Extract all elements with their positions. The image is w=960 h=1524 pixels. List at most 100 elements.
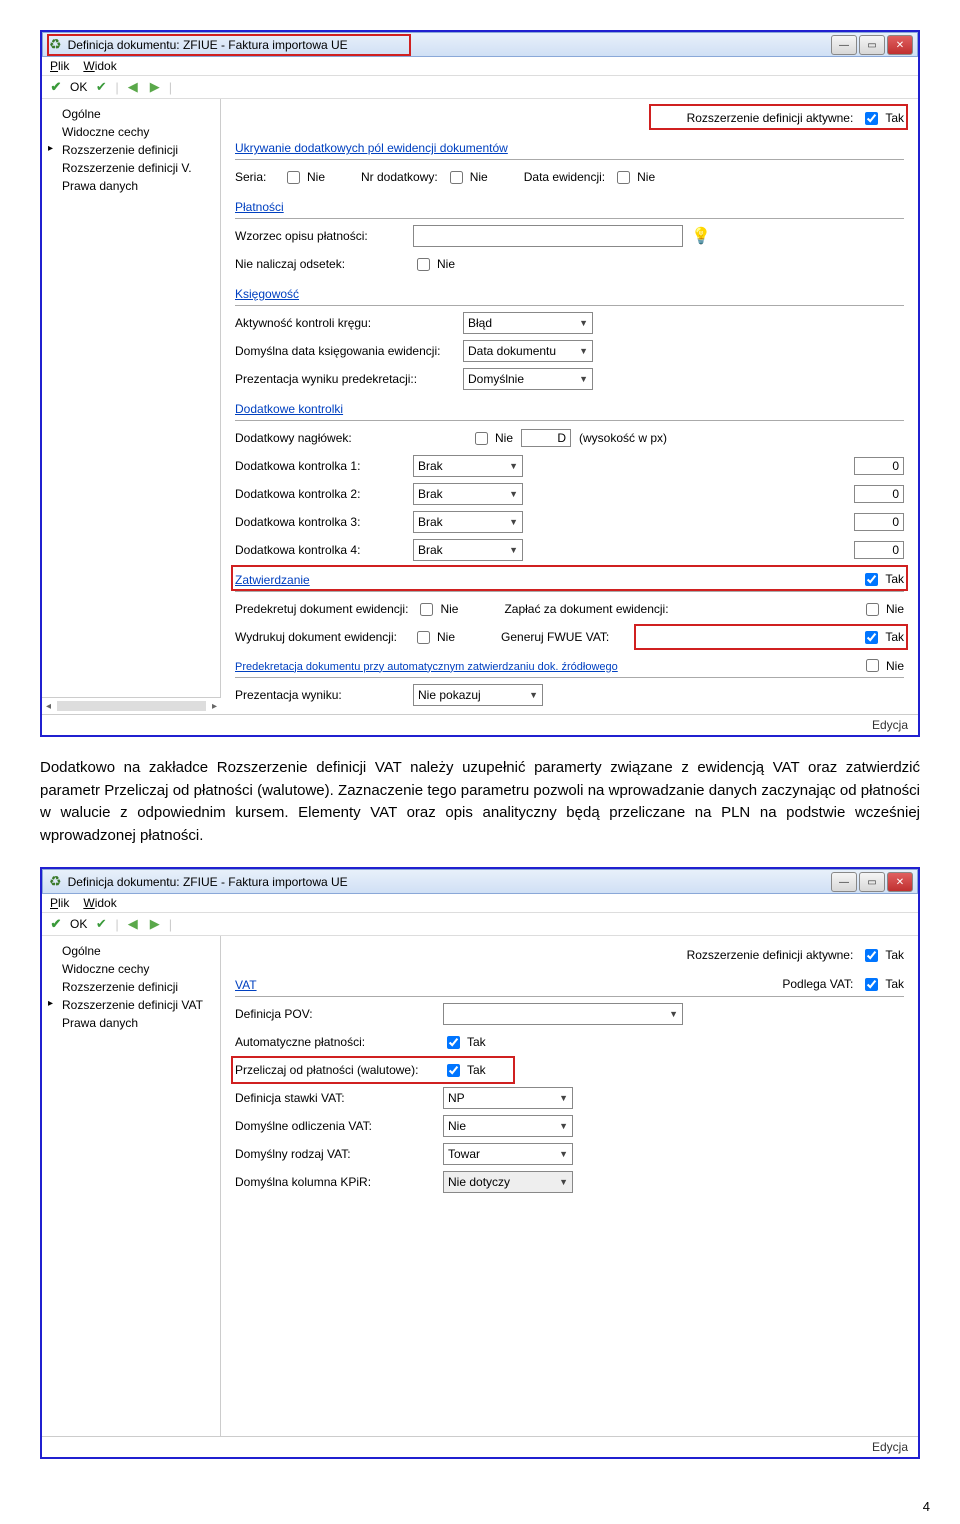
ok-button-2[interactable]: OK <box>70 917 87 931</box>
nav-prawa-2[interactable]: Prawa danych <box>46 1014 216 1032</box>
window-buttons: — ▭ ✕ <box>831 35 913 55</box>
row-naglowek: Dodatkowy nagłówek: Nie D (wysokość w px… <box>235 427 904 449</box>
num-d[interactable]: D <box>521 429 571 447</box>
menu-plik[interactable]: Plik <box>50 59 69 73</box>
label-wzorzec: Wzorzec opisu płatności: <box>235 229 405 243</box>
green-check-icon-2[interactable]: ✔ <box>93 916 109 932</box>
chk-seria[interactable]: Nie <box>283 168 325 187</box>
row-prezent-wynik: Prezentacja wyniku: Nie pokazuj▼ <box>235 684 904 706</box>
chk-zaplac[interactable]: Nie <box>862 600 904 619</box>
select-domyslna-data[interactable]: Data dokumentu▼ <box>463 340 593 362</box>
nav-rozszerzenie-2[interactable]: Rozszerzenie definicji <box>46 978 216 996</box>
head-zatw: Zatwierdzanie Tak <box>235 567 904 592</box>
num-k1[interactable]: 0 <box>854 457 904 475</box>
label-nr: Nr dodatkowy: <box>361 170 438 184</box>
link-dodatkowe[interactable]: Dodatkowe kontrolki <box>235 398 343 418</box>
forward-icon[interactable]: ▶ <box>147 79 163 95</box>
nav-rozszerzenie-v[interactable]: Rozszerzenie definicji V. <box>46 159 216 177</box>
ok-check-icon-2[interactable]: ✔ <box>48 916 64 932</box>
label-podlega: Podlega VAT: <box>782 977 853 991</box>
label-k3: Dodatkowa kontrolka 3: <box>235 515 405 529</box>
link-predekretacja[interactable]: Predekretacja dokumentu przy automatyczn… <box>235 657 618 675</box>
select-dom-odlicz[interactable]: Nie▼ <box>443 1115 573 1137</box>
chk-odsetek[interactable]: Nie <box>413 255 455 274</box>
head-vat: VAT Podlega VAT: Tak <box>235 972 904 997</box>
maximize-button[interactable]: ▭ <box>859 35 885 55</box>
select-prezent-wynik[interactable]: Nie pokazuj▼ <box>413 684 543 706</box>
menu-widok[interactable]: Widok <box>83 59 116 73</box>
label-zaplac: Zapłać za dokument ewidencji: <box>504 602 668 616</box>
chk-auto[interactable]: Nie <box>862 656 904 675</box>
menu-widok-2[interactable]: Widok <box>83 896 116 910</box>
forward-icon-2[interactable]: ▶ <box>147 916 163 932</box>
chk-aktywne-2[interactable]: Tak <box>861 946 904 965</box>
chk-podlega[interactable]: Tak <box>861 975 904 994</box>
chk-nr[interactable]: Nie <box>446 168 488 187</box>
close-button[interactable]: ✕ <box>887 35 913 55</box>
select-def-stawki[interactable]: NP▼ <box>443 1087 573 1109</box>
select-def-pov[interactable]: ▼ <box>443 1003 683 1025</box>
head-ksieg: Księgowość <box>235 281 904 306</box>
chk-wydrukuj[interactable]: Nie <box>413 628 455 647</box>
window-buttons-2: — ▭ ✕ <box>831 872 913 892</box>
nav-ogolne-2[interactable]: Ogólne <box>46 942 216 960</box>
select-k1[interactable]: Brak▼ <box>413 455 523 477</box>
bulb-icon[interactable]: 💡 <box>691 226 711 246</box>
chk-zatw[interactable]: Tak <box>861 570 904 589</box>
nav-prawa[interactable]: Prawa danych <box>46 177 216 195</box>
row-k2: Dodatkowa kontrolka 2: Brak▼ 0 <box>235 483 904 505</box>
nav-rozszerzenie[interactable]: Rozszerzenie definicji <box>46 141 216 159</box>
link-zatwierdzanie[interactable]: Zatwierdzanie <box>235 569 310 589</box>
row-def-stawki: Definicja stawki VAT: NP▼ <box>235 1087 904 1109</box>
minimize-button-2[interactable]: — <box>831 872 857 892</box>
label-nagl: Dodatkowy nagłówek: <box>235 431 405 445</box>
row-aktywnosc: Aktywność kontroli kręgu: Błąd▼ <box>235 312 904 334</box>
num-k2[interactable]: 0 <box>854 485 904 503</box>
select-k2[interactable]: Brak▼ <box>413 483 523 505</box>
row-dom-kol: Domyślna kolumna KPiR: Nie dotyczy▼ <box>235 1171 904 1193</box>
nav-widoczne[interactable]: Widoczne cechy <box>46 123 216 141</box>
chk-przelicz[interactable]: Tak <box>443 1061 486 1080</box>
statusbar-2: Edycja <box>42 1436 918 1457</box>
nav-ogolne[interactable]: Ogólne <box>46 105 216 123</box>
link-ksiegowosc[interactable]: Księgowość <box>235 283 299 303</box>
label-auto-plat: Automatyczne płatności: <box>235 1035 435 1049</box>
ok-button[interactable]: OK <box>70 80 87 94</box>
link-hide[interactable]: Ukrywanie dodatkowych pól ewidencji doku… <box>235 137 508 157</box>
sidebar: Ogólne Widoczne cechy Rozszerzenie defin… <box>42 99 221 697</box>
select-k4[interactable]: Brak▼ <box>413 539 523 561</box>
scrollbar-horizontal[interactable]: ◂▸ <box>42 697 221 714</box>
close-button-2[interactable]: ✕ <box>887 872 913 892</box>
nav-rozszerzenie-vat[interactable]: Rozszerzenie definicji VAT <box>46 996 216 1014</box>
label-data-ew: Data ewidencji: <box>524 170 605 184</box>
input-wzorzec[interactable] <box>413 225 683 247</box>
num-k3[interactable]: 0 <box>854 513 904 531</box>
green-check-icon[interactable]: ✔ <box>93 79 109 95</box>
label-rozsz-aktywne: Rozszerzenie definicji aktywne: <box>687 111 854 125</box>
head-hide: Ukrywanie dodatkowych pól ewidencji doku… <box>235 135 904 160</box>
back-icon[interactable]: ◀ <box>125 79 141 95</box>
select-aktywnosc[interactable]: Błąd▼ <box>463 312 593 334</box>
chk-data-ew[interactable]: Nie <box>613 168 655 187</box>
num-k4[interactable]: 0 <box>854 541 904 559</box>
chk-nagl[interactable]: Nie <box>471 429 513 448</box>
chk-auto-plat[interactable]: Tak <box>443 1033 486 1052</box>
back-icon-2[interactable]: ◀ <box>125 916 141 932</box>
nav-widoczne-2[interactable]: Widoczne cechy <box>46 960 216 978</box>
select-dom-kol[interactable]: Nie dotyczy▼ <box>443 1171 573 1193</box>
ok-check-icon[interactable]: ✔ <box>48 79 64 95</box>
link-platnosci[interactable]: Płatności <box>235 196 284 216</box>
row-wydrukuj: Wydrukuj dokument ewidencji: Nie Generuj… <box>235 626 904 648</box>
minimize-button[interactable]: — <box>831 35 857 55</box>
select-dom-rodzaj[interactable]: Towar▼ <box>443 1143 573 1165</box>
select-k3[interactable]: Brak▼ <box>413 511 523 533</box>
main-panel-2: Rozszerzenie definicji aktywne: Tak VAT … <box>221 936 918 1436</box>
link-vat[interactable]: VAT <box>235 974 257 994</box>
maximize-button-2[interactable]: ▭ <box>859 872 885 892</box>
chk-predek[interactable]: Nie <box>416 600 458 619</box>
select-prezent-predek[interactable]: Domyślnie▼ <box>463 368 593 390</box>
app-icon: ♻ <box>49 36 62 53</box>
chk-aktywne[interactable]: Tak <box>861 109 904 128</box>
menu-plik-2[interactable]: Plik <box>50 896 69 910</box>
chk-generuj[interactable]: Tak <box>861 628 904 647</box>
